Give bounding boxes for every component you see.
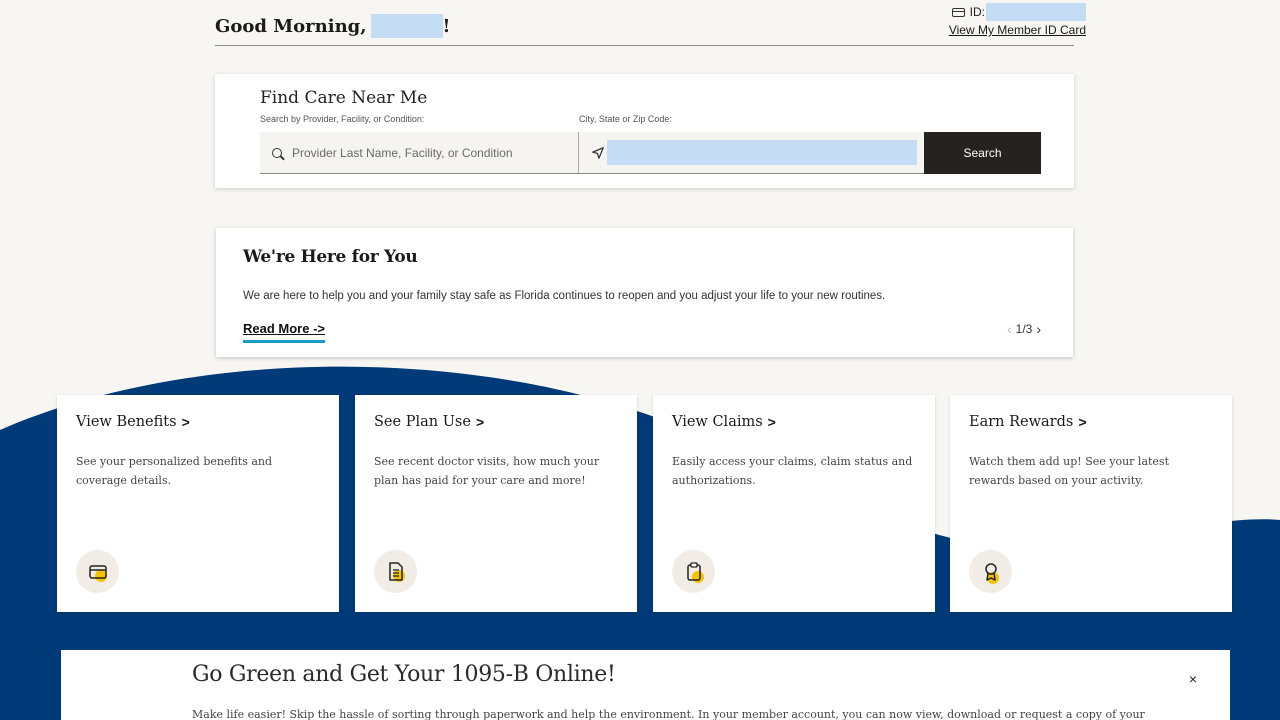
pager-count: 1/3 <box>1015 322 1033 336</box>
award-ribbon-icon <box>969 550 1012 593</box>
view-claims-card[interactable]: View Claims > Easily access your claims,… <box>653 395 935 612</box>
member-id-row: ID: <box>949 3 1086 21</box>
card-arrow: > <box>181 414 190 430</box>
credit-card-icon <box>76 550 119 593</box>
header-divider <box>215 45 1074 46</box>
redacted-location-value <box>607 140 917 165</box>
greeting-suffix: ! <box>442 15 451 37</box>
card-arrow: > <box>767 414 776 430</box>
chevron-right-icon[interactable]: › <box>1032 321 1045 337</box>
view-benefits-card[interactable]: View Benefits > See your personalized be… <box>57 395 339 612</box>
id-card-icon <box>951 7 965 17</box>
go-green-banner: Go Green and Get Your 1095-B Online! × M… <box>61 650 1230 720</box>
card-title-text: Earn Rewards <box>969 414 1074 430</box>
location-arrow-icon <box>592 146 604 159</box>
close-icon[interactable]: × <box>1189 671 1197 687</box>
member-id-block: ID: View My Member ID Card <box>949 3 1086 37</box>
card-title: See Plan Use > <box>374 414 484 430</box>
provider-search-placeholder: Provider Last Name, Facility, or Conditi… <box>292 145 513 160</box>
announcement-card: We're Here for You We are here to help y… <box>216 228 1073 357</box>
card-description: Easily access your claims, claim status … <box>672 455 913 487</box>
card-title: View Claims > <box>672 414 776 430</box>
clipboard-icon <box>672 550 715 593</box>
redacted-member-id <box>986 3 1086 21</box>
location-label: City, State or Zip Code: <box>579 114 672 124</box>
find-care-title: Find Care Near Me <box>260 88 428 108</box>
search-icon <box>272 147 282 158</box>
read-more-link[interactable]: Read More -> <box>243 321 325 343</box>
greeting-prefix: Good Morning, <box>215 15 367 37</box>
card-title-text: View Claims <box>672 414 763 430</box>
card-title-text: See Plan Use <box>374 414 471 430</box>
chevron-left-icon[interactable]: ‹ <box>1003 321 1016 337</box>
search-button[interactable]: Search <box>924 132 1041 174</box>
redacted-member-name <box>370 14 443 38</box>
announcement-body: We are here to help you and your family … <box>243 290 886 302</box>
location-input[interactable] <box>578 132 924 174</box>
announcement-title: We're Here for You <box>243 247 418 267</box>
card-title: Earn Rewards > <box>969 414 1087 430</box>
view-member-id-card-link[interactable]: View My Member ID Card <box>949 23 1086 37</box>
banner-title: Go Green and Get Your 1095-B Online! <box>192 662 616 687</box>
card-description: See your personalized benefits and cover… <box>76 455 273 487</box>
announcement-pager: ‹ 1/3 › <box>1003 321 1045 337</box>
card-title-text: View Benefits <box>76 414 177 430</box>
card-description: See recent doctor visits, how much your … <box>374 455 600 487</box>
card-title: View Benefits > <box>76 414 190 430</box>
card-arrow: > <box>1078 414 1087 430</box>
provider-search-label: Search by Provider, Facility, or Conditi… <box>260 114 425 124</box>
find-care-panel: Find Care Near Me Search by Provider, Fa… <box>215 74 1074 188</box>
document-icon <box>374 550 417 593</box>
card-description: Watch them add up! See your latest rewar… <box>969 455 1169 487</box>
banner-text: Make life easier! Skip the hassle of sor… <box>192 708 1145 720</box>
member-id-label: ID: <box>969 5 985 19</box>
see-plan-use-card[interactable]: See Plan Use > See recent doctor visits,… <box>355 395 637 612</box>
provider-search-input[interactable]: Provider Last Name, Facility, or Conditi… <box>260 132 578 174</box>
greeting: Good Morning, ! <box>215 14 450 38</box>
card-arrow: > <box>475 414 485 430</box>
earn-rewards-card[interactable]: Earn Rewards > Watch them add up! See yo… <box>950 395 1232 612</box>
